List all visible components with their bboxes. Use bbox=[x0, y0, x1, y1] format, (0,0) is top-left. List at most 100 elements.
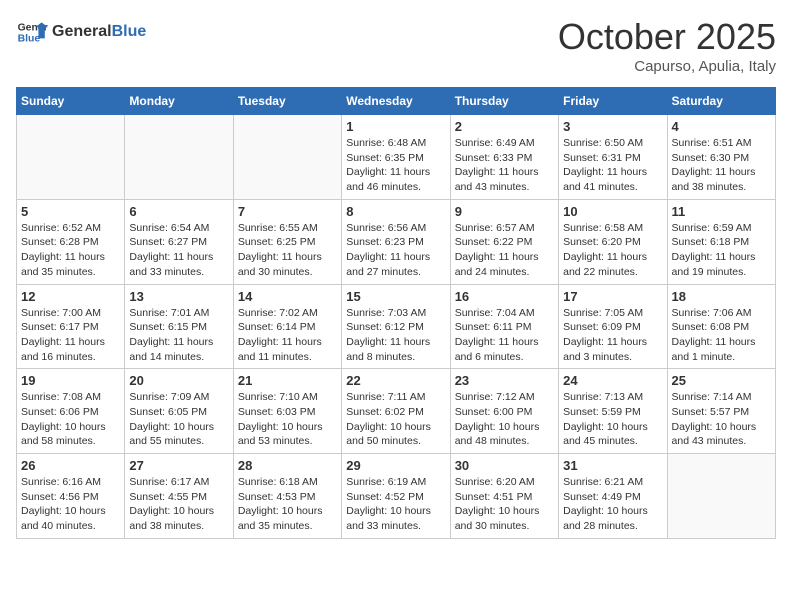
day-number: 18 bbox=[672, 289, 771, 304]
day-number: 17 bbox=[563, 289, 662, 304]
weekday-header-row: SundayMondayTuesdayWednesdayThursdayFrid… bbox=[17, 88, 776, 115]
day-info: Sunrise: 6:20 AMSunset: 4:51 PMDaylight:… bbox=[455, 475, 554, 534]
day-number: 26 bbox=[21, 458, 120, 473]
day-info: Sunrise: 7:10 AMSunset: 6:03 PMDaylight:… bbox=[238, 390, 337, 449]
calendar-cell bbox=[17, 115, 125, 200]
day-info: Sunrise: 6:19 AMSunset: 4:52 PMDaylight:… bbox=[346, 475, 445, 534]
day-number: 23 bbox=[455, 373, 554, 388]
day-number: 15 bbox=[346, 289, 445, 304]
calendar-cell: 26Sunrise: 6:16 AMSunset: 4:56 PMDayligh… bbox=[17, 454, 125, 539]
calendar-week-row: 12 Sunrise: 7:00 AMSunset: 6:17 PMDayligh… bbox=[17, 284, 776, 369]
calendar-cell: 5 Sunrise: 6:52 AMSunset: 6:28 PMDaylight… bbox=[17, 199, 125, 284]
day-info: Sunrise: 7:06 AMSunset: 6:08 PMDaylight:… bbox=[672, 306, 771, 365]
day-info: Sunrise: 7:12 AMSunset: 6:00 PMDaylight:… bbox=[455, 390, 554, 449]
calendar-cell: 25Sunrise: 7:14 AMSunset: 5:57 PMDayligh… bbox=[667, 369, 775, 454]
day-number: 1 bbox=[346, 119, 445, 134]
day-number: 2 bbox=[455, 119, 554, 134]
calendar-cell: 17 Sunrise: 7:05 AMSunset: 6:09 PMDayligh… bbox=[559, 284, 667, 369]
title-block: October 2025 Capurso, Apulia, Italy bbox=[558, 16, 776, 75]
day-number: 13 bbox=[129, 289, 228, 304]
weekday-header: Wednesday bbox=[342, 88, 450, 115]
calendar-cell bbox=[125, 115, 233, 200]
day-info: Sunrise: 7:03 AMSunset: 6:12 PMDaylight:… bbox=[346, 306, 445, 365]
calendar-cell: 11Sunrise: 6:59 AMSunset: 6:18 PMDayligh… bbox=[667, 199, 775, 284]
day-info: Sunrise: 6:51 AMSunset: 6:30 PMDaylight:… bbox=[672, 136, 771, 195]
day-info: Sunrise: 6:48 AMSunset: 6:35 PMDaylight:… bbox=[346, 136, 445, 195]
day-info: Sunrise: 6:52 AMSunset: 6:28 PMDaylight:… bbox=[21, 221, 120, 280]
day-info: Sunrise: 7:14 AMSunset: 5:57 PMDaylight:… bbox=[672, 390, 771, 449]
day-number: 3 bbox=[563, 119, 662, 134]
calendar-cell: 27Sunrise: 6:17 AMSunset: 4:55 PMDayligh… bbox=[125, 454, 233, 539]
weekday-header: Saturday bbox=[667, 88, 775, 115]
day-number: 22 bbox=[346, 373, 445, 388]
day-number: 9 bbox=[455, 204, 554, 219]
day-info: Sunrise: 6:54 AMSunset: 6:27 PMDaylight:… bbox=[129, 221, 228, 280]
calendar-cell: 28 Sunrise: 6:18 AMSunset: 4:53 PMDayligh… bbox=[233, 454, 341, 539]
day-info: Sunrise: 6:50 AMSunset: 6:31 PMDaylight:… bbox=[563, 136, 662, 195]
svg-text:Blue: Blue bbox=[18, 34, 41, 45]
calendar-cell: 14 Sunrise: 7:02 AMSunset: 6:14 PMDayligh… bbox=[233, 284, 341, 369]
day-info: Sunrise: 6:49 AMSunset: 6:33 PMDaylight:… bbox=[455, 136, 554, 195]
day-info: Sunrise: 7:13 AMSunset: 5:59 PMDaylight:… bbox=[563, 390, 662, 449]
calendar-cell: 6 Sunrise: 6:54 AMSunset: 6:27 PMDaylight… bbox=[125, 199, 233, 284]
day-info: Sunrise: 6:18 AMSunset: 4:53 PMDaylight:… bbox=[238, 475, 337, 534]
day-info: Sunrise: 7:01 AMSunset: 6:15 PMDaylight:… bbox=[129, 306, 228, 365]
day-info: Sunrise: 6:59 AMSunset: 6:18 PMDaylight:… bbox=[672, 221, 771, 280]
calendar-week-row: 5 Sunrise: 6:52 AMSunset: 6:28 PMDaylight… bbox=[17, 199, 776, 284]
logo-blue-text: Blue bbox=[112, 23, 147, 40]
day-number: 20 bbox=[129, 373, 228, 388]
day-info: Sunrise: 7:00 AMSunset: 6:17 PMDaylight:… bbox=[21, 306, 120, 365]
calendar-week-row: 26Sunrise: 6:16 AMSunset: 4:56 PMDayligh… bbox=[17, 454, 776, 539]
calendar-cell: 23 Sunrise: 7:12 AMSunset: 6:00 PMDayligh… bbox=[450, 369, 558, 454]
page-header: General Blue GeneralBlue October 2025 Ca… bbox=[16, 16, 776, 75]
day-number: 8 bbox=[346, 204, 445, 219]
day-info: Sunrise: 6:17 AMSunset: 4:55 PMDaylight:… bbox=[129, 475, 228, 534]
day-info: Sunrise: 7:04 AMSunset: 6:11 PMDaylight:… bbox=[455, 306, 554, 365]
day-number: 7 bbox=[238, 204, 337, 219]
calendar-cell: 10Sunrise: 6:58 AMSunset: 6:20 PMDayligh… bbox=[559, 199, 667, 284]
day-number: 4 bbox=[672, 119, 771, 134]
weekday-header: Friday bbox=[559, 88, 667, 115]
calendar-cell: 8Sunrise: 6:56 AMSunset: 6:23 PMDaylight… bbox=[342, 199, 450, 284]
weekday-header: Monday bbox=[125, 88, 233, 115]
calendar-cell: 12 Sunrise: 7:00 AMSunset: 6:17 PMDayligh… bbox=[17, 284, 125, 369]
day-number: 30 bbox=[455, 458, 554, 473]
calendar-cell bbox=[667, 454, 775, 539]
day-info: Sunrise: 6:55 AMSunset: 6:25 PMDaylight:… bbox=[238, 221, 337, 280]
weekday-header: Sunday bbox=[17, 88, 125, 115]
day-number: 6 bbox=[129, 204, 228, 219]
logo: General Blue GeneralBlue bbox=[16, 16, 146, 48]
day-info: Sunrise: 7:02 AMSunset: 6:14 PMDaylight:… bbox=[238, 306, 337, 365]
calendar-cell: 20 Sunrise: 7:09 AMSunset: 6:05 PMDayligh… bbox=[125, 369, 233, 454]
calendar-cell: 19 Sunrise: 7:08 AMSunset: 6:06 PMDayligh… bbox=[17, 369, 125, 454]
calendar-week-row: 1 Sunrise: 6:48 AMSunset: 6:35 PMDaylight… bbox=[17, 115, 776, 200]
weekday-header: Thursday bbox=[450, 88, 558, 115]
calendar-cell: 24 Sunrise: 7:13 AMSunset: 5:59 PMDayligh… bbox=[559, 369, 667, 454]
day-number: 19 bbox=[21, 373, 120, 388]
day-info: Sunrise: 7:11 AMSunset: 6:02 PMDaylight:… bbox=[346, 390, 445, 449]
calendar-cell: 1 Sunrise: 6:48 AMSunset: 6:35 PMDaylight… bbox=[342, 115, 450, 200]
day-number: 16 bbox=[455, 289, 554, 304]
day-info: Sunrise: 7:09 AMSunset: 6:05 PMDaylight:… bbox=[129, 390, 228, 449]
calendar-cell: 4 Sunrise: 6:51 AMSunset: 6:30 PMDaylight… bbox=[667, 115, 775, 200]
day-info: Sunrise: 7:08 AMSunset: 6:06 PMDaylight:… bbox=[21, 390, 120, 449]
calendar-cell: 7 Sunrise: 6:55 AMSunset: 6:25 PMDaylight… bbox=[233, 199, 341, 284]
calendar-cell: 31Sunrise: 6:21 AMSunset: 4:49 PMDayligh… bbox=[559, 454, 667, 539]
day-number: 28 bbox=[238, 458, 337, 473]
calendar-cell: 16 Sunrise: 7:04 AMSunset: 6:11 PMDayligh… bbox=[450, 284, 558, 369]
day-number: 14 bbox=[238, 289, 337, 304]
calendar-cell: 22 Sunrise: 7:11 AMSunset: 6:02 PMDayligh… bbox=[342, 369, 450, 454]
day-number: 12 bbox=[21, 289, 120, 304]
day-number: 29 bbox=[346, 458, 445, 473]
day-number: 24 bbox=[563, 373, 662, 388]
calendar-cell: 30 Sunrise: 6:20 AMSunset: 4:51 PMDayligh… bbox=[450, 454, 558, 539]
logo-text: GeneralBlue bbox=[52, 23, 146, 41]
calendar-cell: 2 Sunrise: 6:49 AMSunset: 6:33 PMDaylight… bbox=[450, 115, 558, 200]
location-subtitle: Capurso, Apulia, Italy bbox=[558, 58, 776, 75]
day-info: Sunrise: 7:05 AMSunset: 6:09 PMDaylight:… bbox=[563, 306, 662, 365]
month-title: October 2025 bbox=[558, 16, 776, 58]
day-number: 10 bbox=[563, 204, 662, 219]
day-number: 5 bbox=[21, 204, 120, 219]
calendar-cell: 13 Sunrise: 7:01 AMSunset: 6:15 PMDayligh… bbox=[125, 284, 233, 369]
calendar-table: SundayMondayTuesdayWednesdayThursdayFrid… bbox=[16, 87, 776, 539]
